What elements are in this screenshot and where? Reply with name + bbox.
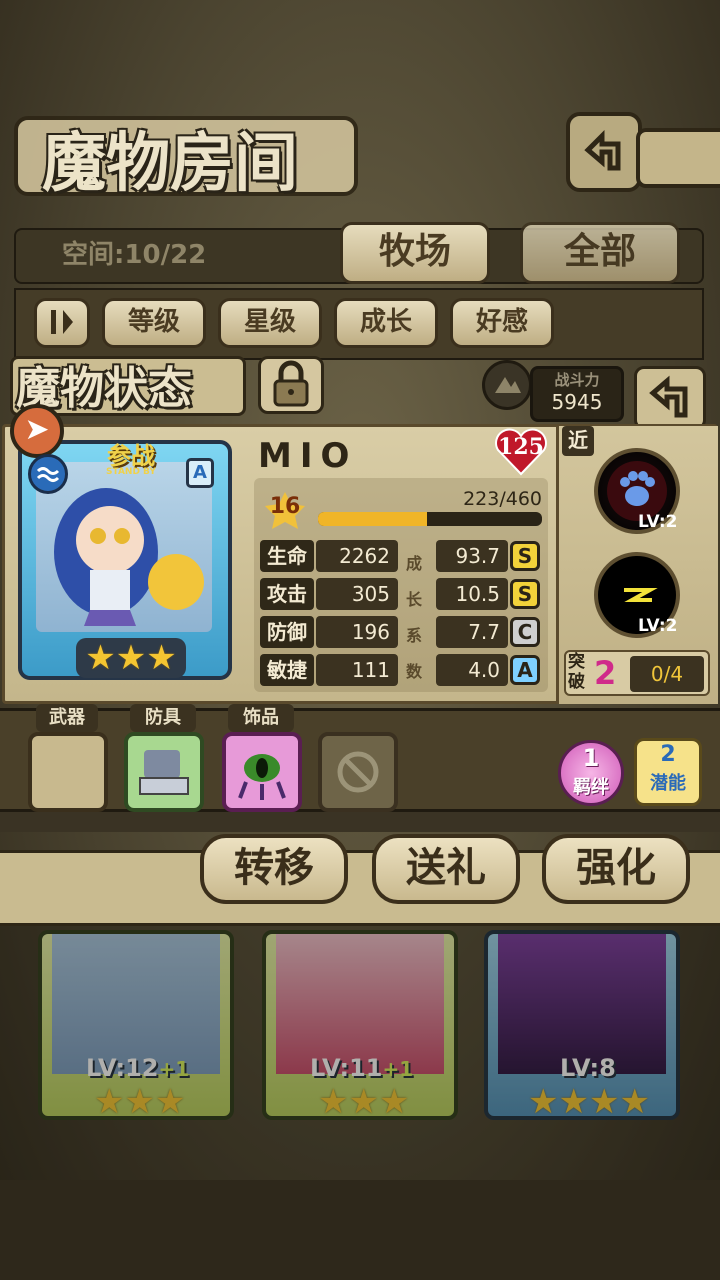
eye-charm-icon (238, 754, 286, 800)
accessory-slot[interactable] (222, 732, 302, 812)
bond-button[interactable]: 1 羁绊 (558, 740, 624, 806)
standby-sub: STAND BY (106, 467, 156, 477)
standby-banner: 参战 STAND BY (76, 436, 186, 477)
stat-label: 防御 (260, 616, 314, 648)
accessory-tag: 饰品 (228, 704, 294, 732)
weapon-tag: 武器 (36, 704, 98, 732)
sort-level-button[interactable]: 等级 (102, 298, 206, 348)
padlock-icon (273, 360, 309, 407)
page-title: 魔物房间 (42, 127, 298, 201)
element-badge (28, 454, 68, 494)
star-icon: ★ (146, 638, 177, 678)
space-counter: 空间:10/22 (62, 240, 207, 270)
growth-char: 长 (405, 590, 422, 609)
enhance-label: 强化 (576, 845, 656, 891)
pause-sort-icon (51, 310, 73, 334)
sort-star-button[interactable]: 星级 (218, 298, 322, 348)
skill-level-1: LV:2 (638, 512, 678, 532)
transfer-button[interactable]: 转移 (200, 834, 348, 904)
power-value: 5945 (551, 390, 603, 414)
level-value: 16 (269, 494, 301, 519)
potential-label: 潜能 (650, 773, 686, 794)
back-button-extension (636, 128, 720, 188)
return-arrow-icon (649, 375, 688, 418)
sort-level-label: 等级 (127, 307, 180, 337)
growth-value: 93.7 (436, 540, 508, 572)
stat-label: 攻击 (260, 578, 314, 610)
tab-all-label: 全部 (563, 231, 636, 272)
growth-grade-badge: C (510, 617, 540, 647)
role-arrow-icon: ➤ (10, 404, 64, 458)
gift-button[interactable]: 送礼 (372, 834, 520, 904)
growth-value: 7.7 (436, 616, 508, 648)
lock-button[interactable] (258, 356, 324, 414)
bond-count: 1 (582, 744, 600, 772)
potential-button[interactable]: 2 潜能 (634, 738, 702, 806)
stat-value: 111 (316, 654, 398, 686)
stat-value: 196 (316, 616, 398, 648)
affection-value: 125 (498, 434, 544, 460)
growth-char: 数 (405, 662, 422, 681)
growth-grade-badge: S (510, 579, 540, 609)
star-icon: ★ (115, 638, 147, 678)
growth-value: 10.5 (436, 578, 508, 610)
stat-label: 生命 (260, 540, 314, 572)
bottom-frame (0, 1180, 720, 1280)
sort-star-label: 星级 (243, 307, 296, 337)
breakthrough-level: 2 (594, 654, 617, 692)
prohibited-icon (337, 751, 379, 793)
sort-growth-label: 成长 (359, 307, 412, 337)
back-arrow-icon (584, 129, 621, 171)
stat-label: 敏捷 (260, 654, 314, 686)
growth-vertical-label: 成 长 系 数 (402, 546, 426, 690)
growth-char: 系 (405, 626, 422, 645)
weapon-slot[interactable] (28, 732, 108, 812)
portrait-stars: ★★★ (76, 638, 186, 678)
bond-label: 羁绊 (573, 777, 609, 798)
roster-strip (0, 812, 720, 832)
transfer-label: 转移 (234, 845, 314, 891)
growth-grade-badge: A (510, 655, 540, 685)
skill-level-2: LV:2 (638, 616, 678, 636)
sort-growth-button[interactable]: 成长 (334, 298, 438, 348)
sort-affection-label: 好感 (475, 307, 528, 337)
stat-value: 305 (316, 578, 398, 610)
enhance-button[interactable]: 强化 (542, 834, 690, 904)
power-icon (482, 360, 532, 410)
boot-armor-icon (139, 750, 189, 795)
back-button[interactable] (566, 112, 642, 192)
armor-slot[interactable] (124, 732, 204, 812)
power-box: 战斗力 5945 (530, 366, 624, 422)
exp-bar (318, 512, 542, 526)
exp-bar-fill (318, 512, 427, 526)
locked-slot (318, 732, 398, 812)
potential-count: 2 (660, 742, 676, 767)
growth-grade-badge: S (510, 541, 540, 571)
breakthrough-progress: 0/4 (630, 656, 704, 692)
sort-toggle-button[interactable] (34, 298, 90, 348)
tab-all[interactable]: 全部 (520, 222, 680, 284)
stat-value: 2262 (316, 540, 398, 572)
standby-label: 参战 (107, 442, 155, 470)
gift-label: 送礼 (406, 845, 486, 891)
exp-text: 223/460 (463, 488, 542, 510)
power-label: 战斗力 (554, 371, 600, 389)
growth-char: 成 (405, 554, 422, 573)
growth-value: 4.0 (436, 654, 508, 686)
star-icon: ★ (85, 638, 116, 678)
water-wave-icon (36, 467, 60, 482)
status-back-button[interactable] (634, 366, 706, 430)
tab-ranch[interactable]: 牧场 (340, 222, 490, 284)
monster-name: MIO (258, 436, 358, 476)
range-label: 近 (562, 426, 594, 456)
tab-ranch-label: 牧场 (378, 231, 451, 272)
breakthrough-label: 突破 (568, 652, 585, 692)
armor-tag: 防具 (130, 704, 196, 732)
rank-badge: A (186, 458, 214, 488)
sort-affection-button[interactable]: 好感 (450, 298, 554, 348)
